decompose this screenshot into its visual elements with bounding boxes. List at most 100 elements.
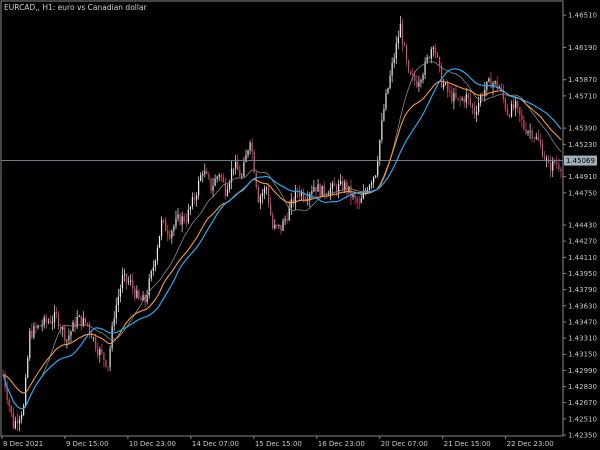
candle-body: [453, 93, 455, 102]
candle-body: [117, 296, 119, 306]
candle-body: [268, 188, 270, 205]
candle-body: [247, 150, 249, 156]
candle-body: [377, 160, 379, 176]
candle-body: [445, 83, 447, 85]
candle-body: [539, 140, 541, 144]
candle-body: [132, 280, 134, 289]
candle-body: [270, 204, 272, 216]
candle-body: [535, 136, 537, 139]
candle-body: [354, 194, 356, 199]
price-chart[interactable]: 1.46510 1.46190 1.45870 1.45710 1.45390 1.452…: [0, 0, 600, 450]
candle-body: [146, 295, 148, 303]
candle-body: [80, 315, 82, 327]
candle-body: [148, 278, 150, 296]
candle-body: [212, 185, 214, 191]
x-tick-label: 15 Dec 15:00: [255, 440, 302, 448]
candle-body: [152, 267, 154, 272]
candle-body: [319, 184, 321, 197]
candle-body: [62, 327, 64, 330]
candle-body: [288, 207, 290, 221]
candle-body: [286, 219, 288, 221]
candle-body: [513, 103, 515, 109]
x-tick-label: 14 Dec 07:00: [192, 440, 239, 448]
candle-body: [467, 94, 469, 99]
candle-body: [187, 209, 189, 223]
candle-body: [508, 114, 511, 117]
y-tick-label: 1.45390: [568, 125, 597, 133]
candle-body: [457, 98, 459, 99]
y-tick-label: 1.43630: [568, 302, 597, 310]
x-tick-label: 20 Dec 07:00: [381, 440, 428, 448]
x-tick-label: 21 Dec 15:00: [444, 440, 491, 448]
candle-body: [195, 195, 198, 200]
candle-body: [53, 312, 56, 322]
x-tick-label: 10 Dec 23:00: [129, 440, 176, 448]
candle-body: [533, 138, 535, 139]
candle-body: [362, 192, 364, 199]
y-tick-label: 1.43790: [568, 286, 597, 294]
candle-body: [222, 177, 224, 183]
candle-body: [370, 182, 373, 186]
candle-body: [494, 81, 496, 84]
candle-body: [249, 142, 251, 151]
candle-body: [440, 65, 443, 87]
candle-body: [233, 168, 235, 170]
candle-body: [436, 53, 439, 58]
y-tick-label: 1.42350: [568, 431, 597, 439]
candle-body: [41, 325, 43, 327]
candle-body: [469, 98, 471, 105]
candle-body: [290, 199, 292, 208]
candle-body: [210, 178, 212, 191]
y-tick-label: 1.44270: [568, 238, 597, 246]
candle-body: [220, 174, 222, 178]
candle-body: [107, 366, 109, 368]
candle-body: [346, 182, 348, 192]
candle-body: [150, 271, 152, 279]
y-tick-label: 1.42670: [568, 399, 597, 407]
candle-body: [191, 197, 194, 207]
chart-background: [0, 0, 600, 450]
candle-body: [432, 47, 434, 49]
candle-body: [179, 214, 181, 225]
candle-body: [140, 298, 142, 301]
candle-body: [488, 78, 490, 82]
candle-body: [265, 188, 268, 189]
candle-body: [115, 305, 117, 319]
current-price-label: 1.45069: [566, 157, 595, 165]
candle-body: [261, 193, 264, 197]
candle-body: [461, 98, 463, 100]
candle-body: [27, 358, 29, 378]
candle-body: [154, 260, 156, 268]
candle-body: [8, 399, 10, 406]
candle-body: [506, 108, 509, 115]
x-tick-label: 9 Dec 15:00: [66, 440, 109, 448]
candle-body: [399, 23, 401, 38]
candle-body: [465, 94, 467, 103]
y-tick-label: 1.42990: [568, 367, 597, 375]
candle-body: [373, 177, 375, 183]
candle-body: [239, 170, 241, 177]
candle-body: [243, 162, 245, 177]
candle-body: [397, 37, 399, 44]
candle-body: [405, 45, 408, 61]
candle-body: [165, 220, 167, 231]
candle-body: [548, 159, 550, 163]
candle-body: [389, 75, 391, 89]
candle-body: [401, 23, 404, 44]
candle-body: [329, 188, 331, 195]
y-tick-label: 1.45710: [568, 92, 597, 100]
y-tick-label: 1.45870: [568, 76, 597, 84]
candle-body: [284, 219, 286, 221]
candle-body: [156, 247, 159, 261]
candle-body: [29, 330, 31, 359]
candle-body: [167, 230, 169, 235]
candle-body: [206, 171, 208, 175]
candle-body: [529, 130, 531, 132]
candle-body: [558, 164, 560, 169]
candle-body: [333, 183, 336, 187]
y-tick-label: 1.44110: [568, 254, 597, 262]
candle-body: [175, 218, 177, 227]
candle-body: [475, 111, 478, 115]
candle-body: [31, 330, 33, 338]
y-tick-label: 1.46190: [568, 44, 597, 52]
